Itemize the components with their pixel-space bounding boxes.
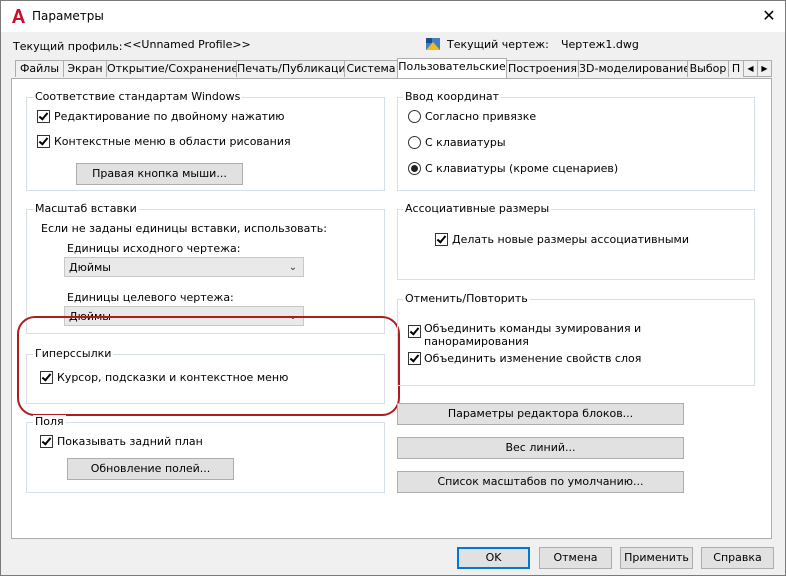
right-click-customization-button[interactable]: Правая кнопка мыши...	[76, 163, 243, 185]
associative-dims-title: Ассоциативные размеры	[403, 202, 552, 215]
tab-3d-modeling[interactable]: 3D-моделирование	[578, 60, 688, 77]
lineweight-settings-button[interactable]: Вес линий...	[397, 437, 684, 459]
undo-redo-title: Отменить/Повторить	[403, 292, 530, 305]
coord-keyboard-except-radio[interactable]	[408, 162, 421, 175]
options-dialog: Параметры ✕ Текущий профиль: <<Unnamed P…	[0, 0, 786, 576]
source-units-label: Единицы исходного чертежа:	[67, 242, 241, 255]
target-units-label: Единицы целевого чертежа:	[67, 291, 234, 304]
context-menus-label: Контекстные меню в области рисования	[54, 135, 291, 148]
ok-button[interactable]: OK	[457, 547, 530, 569]
tab-open-save[interactable]: Открытие/Сохранение	[106, 60, 237, 77]
tab-user-preferences[interactable]: Пользовательские	[397, 58, 507, 78]
current-drawing-label: Текущий чертеж:	[447, 38, 549, 51]
close-icon[interactable]: ✕	[755, 3, 783, 29]
show-field-background-label: Показывать задний план	[57, 435, 203, 448]
combine-layer-props-label: Объединить изменение свойств слоя	[424, 352, 642, 365]
combine-zoom-pan-label-line2: панорамирования	[424, 335, 529, 348]
drawing-file-icon	[426, 38, 440, 50]
coordinate-input-title: Ввод координат	[403, 90, 502, 103]
show-field-background-checkbox[interactable]	[40, 435, 53, 448]
tab-display[interactable]: Экран	[63, 60, 107, 77]
tab-system[interactable]: Система	[344, 60, 398, 77]
chevron-down-icon: ⌄	[288, 262, 298, 273]
coord-keyboard-label: С клавиатуры	[425, 136, 506, 149]
tab-files[interactable]: Файлы	[15, 60, 64, 77]
tab-strip: Файлы Экран Открытие/Сохранение Печать/П…	[15, 58, 755, 78]
tab-drafting[interactable]: Построения	[506, 60, 579, 77]
field-update-button[interactable]: Обновление полей...	[67, 458, 234, 480]
cancel-button[interactable]: Отмена	[539, 547, 612, 569]
dblclick-edit-checkbox[interactable]	[37, 110, 50, 123]
current-profile-label: Текущий профиль:	[13, 40, 123, 53]
coord-snap-label: Согласно привязке	[425, 110, 537, 123]
combine-layer-props-checkbox[interactable]	[408, 352, 421, 365]
coord-keyboard-except-label: С клавиатуры (кроме сценариев)	[425, 162, 619, 175]
insert-scale-title: Масштаб вставки	[33, 202, 139, 215]
apply-button[interactable]: Применить	[620, 547, 693, 569]
help-button[interactable]: Справка	[701, 547, 774, 569]
tab-partial[interactable]: П	[728, 60, 744, 77]
default-scale-list-button[interactable]: Список масштабов по умолчанию...	[397, 471, 684, 493]
window-title: Параметры	[32, 9, 104, 23]
coord-keyboard-radio[interactable]	[408, 136, 421, 149]
current-profile-value: <<Unnamed Profile>>	[123, 38, 251, 51]
tab-plot-publish[interactable]: Печать/Публикация	[236, 60, 345, 77]
tab-scroll-right-icon[interactable]: ▶	[757, 60, 772, 77]
dblclick-edit-label: Редактирование по двойному нажатию	[54, 110, 285, 123]
source-units-select[interactable]: Дюймы ⌄	[64, 257, 304, 277]
new-assoc-dims-label: Делать новые размеры ассоциативными	[452, 233, 689, 246]
new-assoc-dims-checkbox[interactable]	[435, 233, 448, 246]
source-units-value: Дюймы	[69, 261, 111, 274]
tab-scroll-left-icon[interactable]: ◀	[743, 60, 758, 77]
combine-zoom-pan-label-line1: Объединить команды зумирования и	[424, 322, 642, 335]
fields-title: Поля	[33, 415, 66, 428]
combine-zoom-pan-checkbox[interactable]	[408, 325, 421, 338]
highlight-callout	[17, 316, 400, 416]
tab-selection[interactable]: Выбор	[687, 60, 729, 77]
windows-standards-title: Соответствие стандартам Windows	[33, 90, 243, 103]
context-menus-checkbox[interactable]	[37, 135, 50, 148]
current-drawing-value: Чертеж1.dwg	[561, 38, 639, 51]
coord-snap-radio[interactable]	[408, 110, 421, 123]
autocad-logo-icon	[12, 9, 25, 23]
insert-scale-hint: Если не заданы единицы вставки, использо…	[41, 222, 327, 235]
block-editor-settings-button[interactable]: Параметры редактора блоков...	[397, 403, 684, 425]
title-bar: Параметры ✕	[1, 1, 785, 32]
